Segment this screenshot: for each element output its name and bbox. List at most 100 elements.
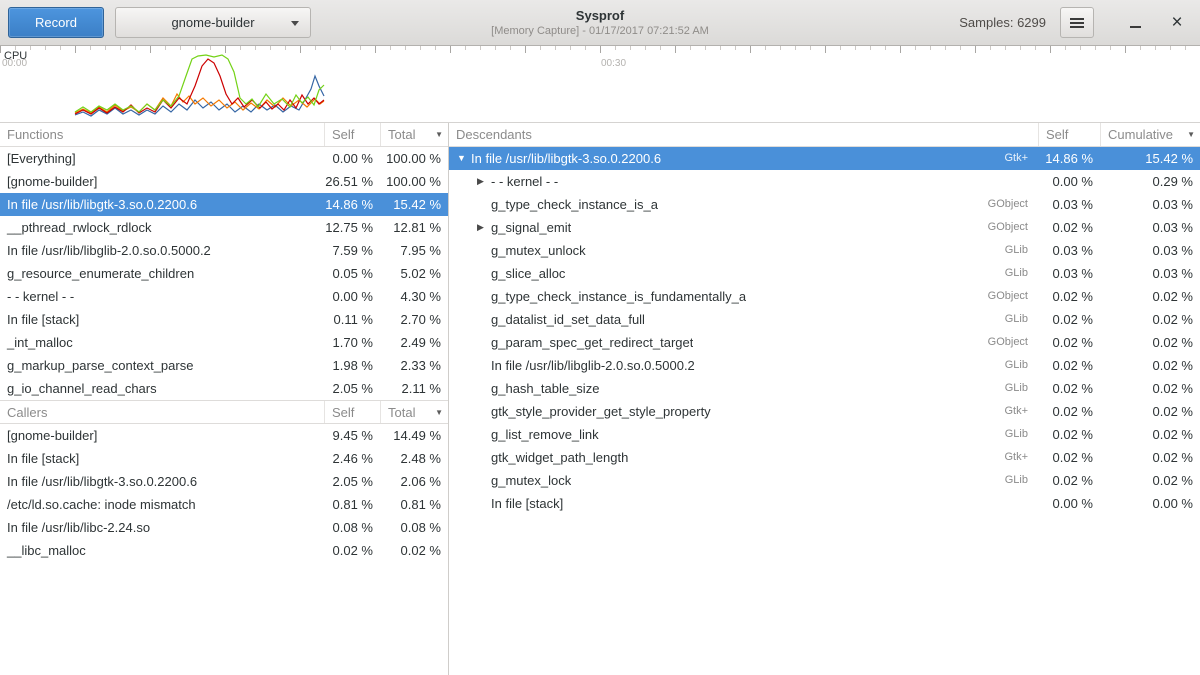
function-name: g_type_check_instance_is_a <box>491 193 658 216</box>
table-row[interactable]: g_resource_enumerate_children0.05 %5.02 … <box>0 262 448 285</box>
library-tag: GObject <box>980 193 1038 216</box>
process-selector-dropdown[interactable]: gnome-builder <box>115 7 311 38</box>
callers-total-column-header[interactable]: Total ▼ <box>380 401 448 423</box>
library-tag: Gtk+ <box>996 446 1038 469</box>
table-row[interactable]: _int_malloc1.70 %2.49 % <box>0 331 448 354</box>
tree-row[interactable]: In file [stack]0.00 %0.00 % <box>449 492 1200 515</box>
total-percent: 2.48 % <box>380 447 448 470</box>
function-name: __libc_malloc <box>0 539 324 562</box>
function-name: In file /usr/lib/libc-2.24.so <box>0 516 324 539</box>
callers-column-header[interactable]: Callers <box>0 401 324 423</box>
library-tag: GLib <box>997 377 1038 400</box>
cumulative-percent: 0.02 % <box>1100 354 1200 377</box>
library-tag: GLib <box>997 423 1038 446</box>
tree-row[interactable]: gtk_style_provider_get_style_propertyGtk… <box>449 400 1200 423</box>
tree-row[interactable]: gtk_widget_path_lengthGtk+0.02 %0.02 % <box>449 446 1200 469</box>
self-percent: 0.03 % <box>1038 193 1100 216</box>
tree-row[interactable]: g_mutex_lockGLib0.02 %0.02 % <box>449 469 1200 492</box>
header-bar: Record gnome-builder Sysprof [Memory Cap… <box>0 0 1200 46</box>
functions-total-column-header[interactable]: Total ▼ <box>380 123 448 146</box>
tree-row[interactable]: g_type_check_instance_is_fundamentally_a… <box>449 285 1200 308</box>
self-percent: 14.86 % <box>324 193 380 216</box>
tree-row[interactable]: g_slice_allocGLib0.03 %0.03 % <box>449 262 1200 285</box>
function-name: - - kernel - - <box>491 170 558 193</box>
cumulative-percent: 0.03 % <box>1100 216 1200 239</box>
self-percent: 0.02 % <box>1038 285 1100 308</box>
app-title: Sysprof <box>491 7 709 24</box>
tree-row[interactable]: g_datalist_id_set_data_fullGLib0.02 %0.0… <box>449 308 1200 331</box>
close-button[interactable]: × <box>1162 8 1192 38</box>
table-row[interactable]: In file /usr/lib/libc-2.24.so0.08 %0.08 … <box>0 516 448 539</box>
callers-self-column-header[interactable]: Self <box>324 401 380 423</box>
collapse-arrow-icon[interactable]: ▼ <box>455 147 471 170</box>
function-name: In file [stack] <box>0 447 324 470</box>
table-row[interactable]: In file /usr/lib/libgtk-3.so.0.2200.62.0… <box>0 470 448 493</box>
functions-column-header[interactable]: Functions <box>0 123 324 146</box>
menu-button[interactable] <box>1060 7 1094 38</box>
record-button[interactable]: Record <box>8 7 104 38</box>
tree-row[interactable]: g_mutex_unlockGLib0.03 %0.03 % <box>449 239 1200 262</box>
self-percent: 0.00 % <box>324 147 380 170</box>
tree-row[interactable]: ▶g_signal_emitGObject0.02 %0.03 % <box>449 216 1200 239</box>
self-percent: 0.05 % <box>324 262 380 285</box>
tree-row[interactable]: ▼In file /usr/lib/libgtk-3.so.0.2200.6Gt… <box>449 147 1200 170</box>
function-name: gtk_style_provider_get_style_property <box>491 400 711 423</box>
self-percent: 0.02 % <box>1038 354 1100 377</box>
table-row[interactable]: In file [stack]2.46 %2.48 % <box>0 447 448 470</box>
function-name: /etc/ld.so.cache: inode mismatch <box>0 493 324 516</box>
close-icon: × <box>1171 13 1182 32</box>
table-row[interactable]: In file /usr/lib/libglib-2.0.so.0.5000.2… <box>0 239 448 262</box>
descendants-column-header[interactable]: Descendants <box>449 123 1038 146</box>
tree-row[interactable]: g_param_spec_get_redirect_targetGObject0… <box>449 331 1200 354</box>
expand-arrow-icon[interactable]: ▶ <box>475 170 491 193</box>
tree-row[interactable]: g_list_remove_linkGLib0.02 %0.02 % <box>449 423 1200 446</box>
window-title-box: Sysprof [Memory Capture] - 01/17/2017 07… <box>491 7 709 38</box>
function-name: g_markup_parse_context_parse <box>0 354 324 377</box>
library-tag: Gtk+ <box>996 147 1038 170</box>
descendants-cumulative-column-header[interactable]: Cumulative ▼ <box>1100 123 1200 146</box>
table-row[interactable]: [Everything]0.00 %100.00 % <box>0 147 448 170</box>
tree-row[interactable]: g_hash_table_sizeGLib0.02 %0.02 % <box>449 377 1200 400</box>
table-row[interactable]: g_markup_parse_context_parse1.98 %2.33 % <box>0 354 448 377</box>
table-row[interactable]: In file /usr/lib/libgtk-3.so.0.2200.614.… <box>0 193 448 216</box>
expand-arrow-icon[interactable]: ▶ <box>475 216 491 239</box>
tree-row[interactable]: g_type_check_instance_is_aGObject0.03 %0… <box>449 193 1200 216</box>
samples-count: Samples: 6299 <box>959 15 1046 30</box>
table-row[interactable]: [gnome-builder]26.51 %100.00 % <box>0 170 448 193</box>
function-name: g_mutex_unlock <box>491 239 586 262</box>
table-row[interactable]: [gnome-builder]9.45 %14.49 % <box>0 424 448 447</box>
cpu-timeline-graph[interactable]: CPU 00:00 00:30 <box>0 46 1200 123</box>
table-row[interactable]: In file [stack]0.11 %2.70 % <box>0 308 448 331</box>
self-percent: 26.51 % <box>324 170 380 193</box>
table-row[interactable]: __libc_malloc0.02 %0.02 % <box>0 539 448 562</box>
self-percent: 2.05 % <box>324 377 380 400</box>
functions-table-header: Functions Self Total ▼ <box>0 123 448 147</box>
library-tag: GObject <box>980 285 1038 308</box>
function-name: _int_malloc <box>0 331 324 354</box>
self-percent: 0.00 % <box>324 285 380 308</box>
function-name: [Everything] <box>0 147 324 170</box>
self-percent: 2.46 % <box>324 447 380 470</box>
table-row[interactable]: __pthread_rwlock_rdlock12.75 %12.81 % <box>0 216 448 239</box>
cumulative-percent: 0.02 % <box>1100 400 1200 423</box>
table-row[interactable]: g_io_channel_read_chars2.05 %2.11 % <box>0 377 448 400</box>
total-percent: 0.81 % <box>380 493 448 516</box>
descendants-self-column-header[interactable]: Self <box>1038 123 1100 146</box>
functions-self-column-header[interactable]: Self <box>324 123 380 146</box>
table-row[interactable]: /etc/ld.so.cache: inode mismatch0.81 %0.… <box>0 493 448 516</box>
cumulative-percent: 0.00 % <box>1100 492 1200 515</box>
tree-row[interactable]: ▶- - kernel - -0.00 %0.29 % <box>449 170 1200 193</box>
table-row[interactable]: - - kernel - -0.00 %4.30 % <box>0 285 448 308</box>
library-tag: GLib <box>997 469 1038 492</box>
cumulative-percent: 0.02 % <box>1100 446 1200 469</box>
function-name: [gnome-builder] <box>0 170 324 193</box>
chevron-down-icon <box>291 21 299 26</box>
total-percent: 2.33 % <box>380 354 448 377</box>
capture-subtitle: [Memory Capture] - 01/17/2017 07:21:52 A… <box>491 24 709 38</box>
library-tag: GLib <box>997 239 1038 262</box>
self-percent: 0.08 % <box>324 516 380 539</box>
minimize-button[interactable] <box>1120 8 1150 38</box>
self-percent: 0.03 % <box>1038 239 1100 262</box>
tree-row[interactable]: In file /usr/lib/libglib-2.0.so.0.5000.2… <box>449 354 1200 377</box>
function-name: g_type_check_instance_is_fundamentally_a <box>491 285 746 308</box>
